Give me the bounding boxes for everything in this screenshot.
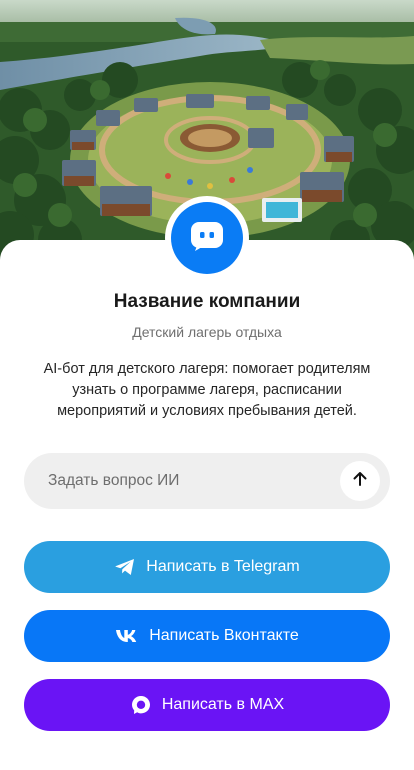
send-button[interactable] xyxy=(340,461,380,501)
page: Название компании Детский лагерь отдыха … xyxy=(0,0,414,770)
company-description: AI-бот для детского лагеря: помогает род… xyxy=(43,361,371,419)
write-vk-button[interactable]: Написать Вконтакте xyxy=(24,610,390,662)
max-icon xyxy=(130,694,152,716)
write-max-button[interactable]: Написать в MAX xyxy=(24,679,390,731)
telegram-icon xyxy=(114,557,136,577)
write-max-label: Написать в MAX xyxy=(161,696,285,713)
ask-ai-input[interactable] xyxy=(48,453,348,509)
arrow-up-icon xyxy=(351,470,369,493)
vk-icon xyxy=(115,628,139,644)
avatar xyxy=(171,202,243,274)
ask-ai-box xyxy=(24,453,390,509)
write-vk-label: Написать Вконтакте xyxy=(149,627,299,644)
chat-bot-icon xyxy=(189,220,225,257)
write-telegram-label: Написать в Telegram xyxy=(146,558,300,575)
write-telegram-button[interactable]: Написать в Telegram xyxy=(24,541,390,593)
company-subtitle: Детский лагерь отдыха xyxy=(132,324,282,340)
company-name: Название компании xyxy=(113,291,301,312)
